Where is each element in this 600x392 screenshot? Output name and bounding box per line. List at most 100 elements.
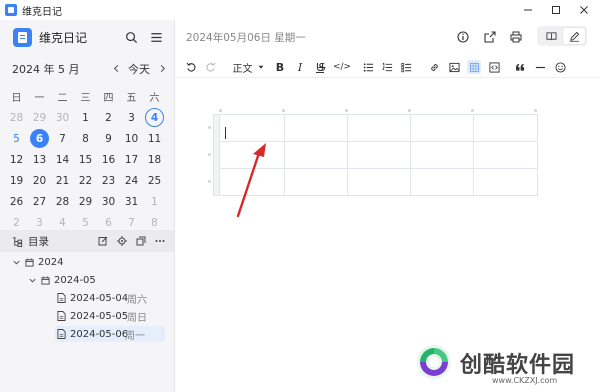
row-handle[interactable] bbox=[208, 180, 211, 183]
read-mode-button[interactable] bbox=[540, 28, 562, 44]
calendar-day[interactable]: 22 bbox=[74, 170, 97, 191]
calendar-day[interactable]: 15 bbox=[74, 149, 97, 170]
next-month-button[interactable] bbox=[156, 62, 168, 74]
calendar-day[interactable]: 18 bbox=[143, 149, 166, 170]
more-button[interactable] bbox=[154, 235, 166, 247]
locate-button[interactable] bbox=[116, 235, 128, 247]
link-icon bbox=[430, 63, 438, 71]
calendar-day[interactable]: 13 bbox=[28, 149, 51, 170]
close-button[interactable] bbox=[570, 0, 598, 20]
column-handle[interactable] bbox=[408, 109, 411, 112]
tree-month[interactable]: 2024-05 bbox=[28, 272, 96, 288]
strikethrough-button[interactable]: S bbox=[316, 60, 328, 74]
calendar-day[interactable]: 27 bbox=[28, 191, 51, 212]
paragraph-style-select[interactable]: 正文 bbox=[231, 60, 265, 75]
divider-button[interactable] bbox=[534, 60, 546, 74]
link-button[interactable] bbox=[428, 60, 440, 74]
chevron-left-icon bbox=[113, 64, 118, 72]
calendar-day[interactable]: 30 bbox=[97, 191, 120, 212]
table-row-handle[interactable] bbox=[214, 115, 220, 195]
edit-mode-button[interactable] bbox=[563, 28, 585, 44]
menu-icon bbox=[150, 32, 162, 42]
tree-entry-selected[interactable]: 2024-05-06 周一 bbox=[55, 326, 165, 342]
calendar-weekday: 日 bbox=[11, 93, 22, 104]
watermark-url: www.CKZXJ.com bbox=[492, 376, 558, 385]
new-entry-button[interactable] bbox=[97, 235, 109, 247]
maximize-button[interactable] bbox=[542, 0, 570, 20]
redo-button[interactable] bbox=[204, 60, 216, 74]
bold-button[interactable]: B bbox=[274, 60, 286, 74]
row-handle[interactable] bbox=[208, 126, 211, 129]
calendar-day[interactable]: 9 bbox=[97, 128, 120, 149]
calendar-day-number: 3 bbox=[36, 216, 43, 229]
title-bar: 维克日记 bbox=[0, 0, 600, 20]
calendar-day[interactable]: 28 bbox=[5, 107, 28, 128]
toc-label: 目录 bbox=[28, 236, 49, 248]
tree-entry[interactable]: 2024-05-04 周六 bbox=[57, 290, 165, 306]
calendar-day[interactable]: 23 bbox=[97, 170, 120, 191]
bullet-list-button[interactable] bbox=[362, 60, 374, 74]
calendar-day[interactable]: 10 bbox=[120, 128, 143, 149]
calendar-day-number: 8 bbox=[151, 216, 158, 229]
calendar-day-number: 29 bbox=[32, 111, 47, 124]
quote-button[interactable] bbox=[514, 60, 526, 74]
toc-header: 目录 bbox=[0, 230, 174, 252]
calendar-day[interactable]: 2 bbox=[97, 107, 120, 128]
calendar-day[interactable]: 3 bbox=[120, 107, 143, 128]
code-button[interactable]: </> bbox=[333, 60, 351, 74]
emoji-button[interactable] bbox=[554, 60, 566, 74]
paragraph-style-label: 正文 bbox=[232, 63, 253, 75]
calendar-day[interactable]: 14 bbox=[51, 149, 74, 170]
numbered-list-button[interactable] bbox=[381, 60, 393, 74]
calendar-day[interactable]: 16 bbox=[97, 149, 120, 170]
calendar-day[interactable]: 24 bbox=[120, 170, 143, 191]
tree-year[interactable]: 2024 bbox=[12, 254, 63, 270]
export-button[interactable] bbox=[483, 30, 497, 44]
calendar-day[interactable]: 25 bbox=[143, 170, 166, 191]
calendar-day-number: 4 bbox=[145, 108, 164, 127]
column-handle[interactable] bbox=[534, 109, 537, 112]
calendar-day-number: 28 bbox=[55, 195, 70, 208]
prev-month-button[interactable] bbox=[110, 62, 122, 74]
calendar-day[interactable]: 4 bbox=[143, 107, 166, 128]
calendar-day[interactable]: 29 bbox=[28, 107, 51, 128]
calendar-day[interactable]: 26 bbox=[5, 191, 28, 212]
column-handle[interactable] bbox=[471, 109, 474, 112]
info-button[interactable] bbox=[456, 30, 470, 44]
calendar-day[interactable]: 12 bbox=[5, 149, 28, 170]
calendar-day[interactable]: 7 bbox=[51, 128, 74, 149]
calendar-day[interactable]: 19 bbox=[5, 170, 28, 191]
task-list-button[interactable] bbox=[400, 60, 412, 74]
calendar-day[interactable]: 1 bbox=[74, 107, 97, 128]
column-handle[interactable] bbox=[282, 109, 285, 112]
calendar-day-selected[interactable]: 6 bbox=[28, 128, 51, 149]
row-handle[interactable] bbox=[208, 153, 211, 156]
calendar-day[interactable]: 31 bbox=[120, 191, 143, 212]
search-button[interactable] bbox=[123, 29, 139, 45]
calendar-day[interactable]: 8 bbox=[74, 128, 97, 149]
calendar-day[interactable]: 17 bbox=[120, 149, 143, 170]
column-handle[interactable] bbox=[345, 109, 348, 112]
table-button[interactable] bbox=[467, 60, 481, 74]
calendar-day[interactable]: 5 bbox=[5, 128, 28, 149]
undo-button[interactable] bbox=[185, 60, 197, 74]
tree-entry[interactable]: 2024-05-05 周日 bbox=[57, 308, 165, 324]
calendar-day-number: 14 bbox=[55, 153, 70, 166]
calendar-day[interactable]: 20 bbox=[28, 170, 51, 191]
calendar-day[interactable]: 1 bbox=[143, 191, 166, 212]
calendar-day[interactable]: 21 bbox=[51, 170, 74, 191]
italic-button[interactable]: I bbox=[294, 60, 306, 74]
book-icon bbox=[545, 31, 557, 40]
calendar-day[interactable]: 30 bbox=[51, 107, 74, 128]
calendar-day[interactable]: 11 bbox=[143, 128, 166, 149]
calendar-day[interactable]: 29 bbox=[74, 191, 97, 212]
calendar-day[interactable]: 28 bbox=[51, 191, 74, 212]
print-button[interactable] bbox=[509, 30, 523, 44]
collapse-all-button[interactable] bbox=[135, 235, 147, 247]
column-handle[interactable] bbox=[219, 109, 222, 112]
today-button[interactable]: 今天 bbox=[128, 61, 150, 77]
menu-button[interactable] bbox=[148, 29, 164, 45]
image-button[interactable] bbox=[448, 60, 460, 74]
embed-button[interactable] bbox=[488, 60, 500, 74]
minimize-button[interactable] bbox=[514, 0, 542, 20]
